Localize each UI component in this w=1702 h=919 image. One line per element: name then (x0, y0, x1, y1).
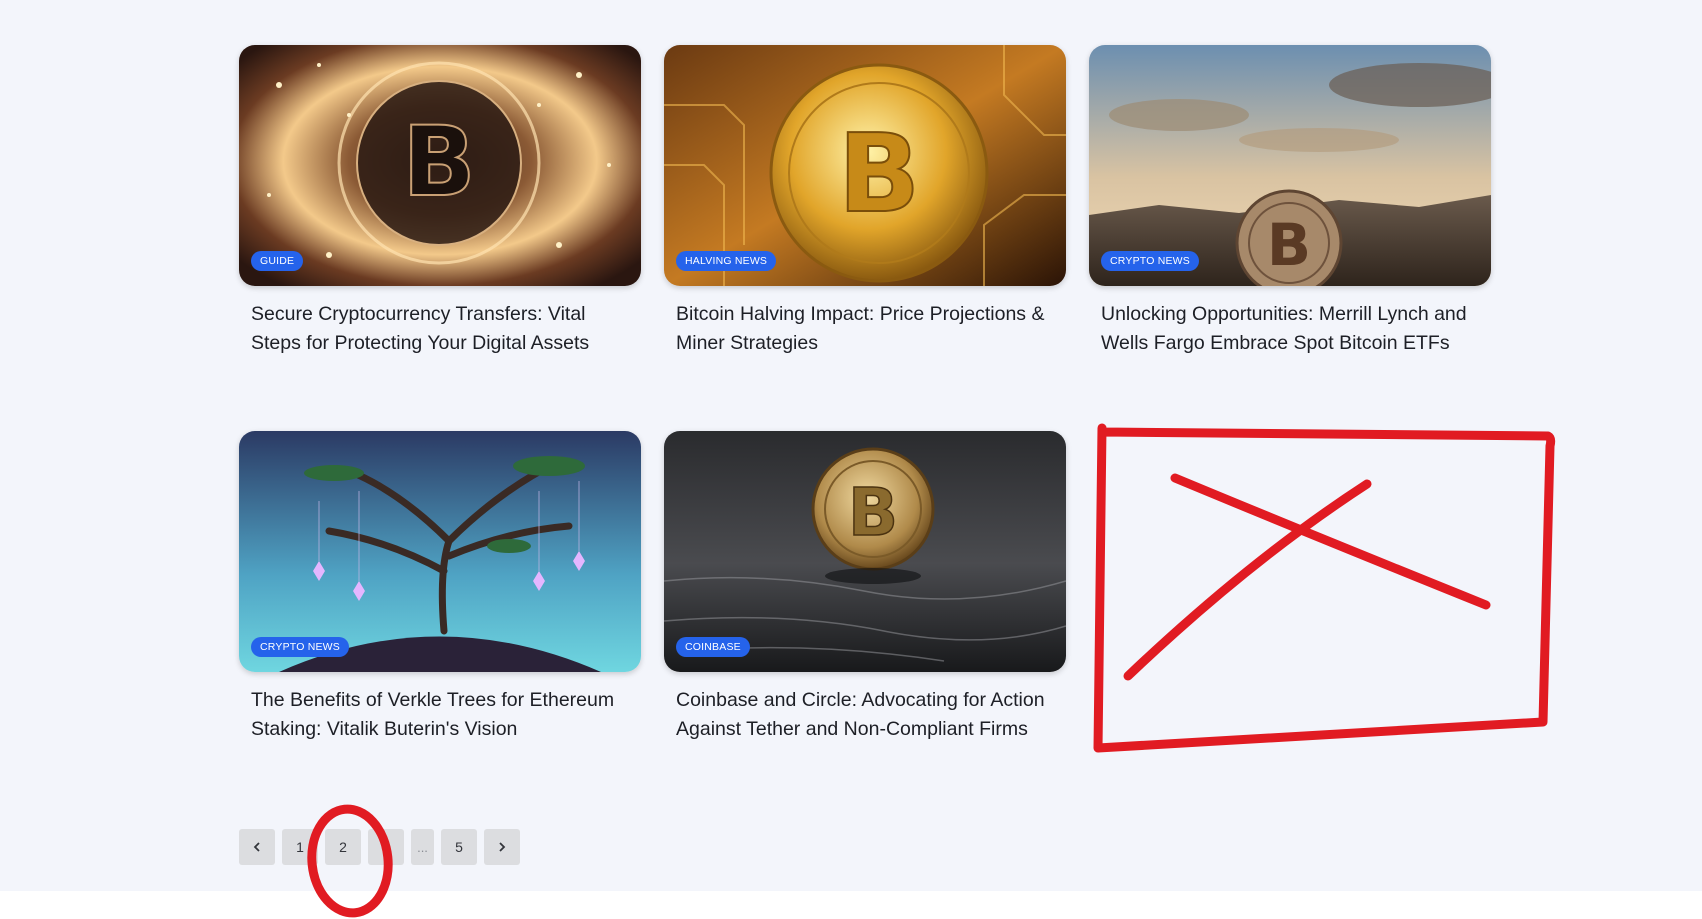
article-card[interactable]: CRYPTO NEWS The Benefits of Verkle Trees… (239, 431, 641, 817)
page-3-button[interactable]: 3 (368, 829, 404, 865)
bitcoin-sparks-illustration: B (239, 45, 641, 286)
svg-text:B: B (848, 474, 898, 551)
article-title[interactable]: Bitcoin Halving Impact: Price Projection… (676, 300, 1054, 358)
bitcoin-sparks-image[interactable]: B GUIDE (239, 45, 641, 286)
category-badge[interactable]: GUIDE (251, 251, 304, 271)
article-grid: B GUIDE Secure Cryptocurrency Transfers:… (239, 45, 1492, 817)
empty-grid-slot (1089, 431, 1491, 817)
prev-page-button[interactable] (239, 829, 275, 865)
article-title[interactable]: Coinbase and Circle: Advocating for Acti… (676, 686, 1054, 744)
verkle-tree-image[interactable]: CRYPTO NEWS (239, 431, 641, 672)
verkle-tree-illustration (239, 431, 641, 672)
category-badge[interactable]: HALVING NEWS (676, 251, 777, 271)
page-5-button[interactable]: 5 (441, 829, 477, 865)
article-card[interactable]: B COINBASE Coinbase and Circle: Advocati… (664, 431, 1066, 817)
bitcoin-stone-image[interactable]: B COINBASE (664, 431, 1066, 672)
chevron-right-icon (499, 842, 506, 852)
article-title[interactable]: The Benefits of Verkle Trees for Ethereu… (251, 686, 629, 744)
category-badge[interactable]: COINBASE (676, 637, 750, 657)
page-1-button[interactable]: 1 (282, 829, 318, 865)
bitcoin-desert-illustration: B (1089, 45, 1491, 286)
bitcoin-desert-image[interactable]: B CRYPTO NEWS (1089, 45, 1491, 286)
svg-text:B: B (402, 106, 475, 218)
category-badge[interactable]: CRYPTO NEWS (251, 637, 349, 657)
category-badge[interactable]: CRYPTO NEWS (1101, 251, 1199, 271)
bitcoin-circuit-image[interactable]: B HALVING NEWS (664, 45, 1066, 286)
page-2-button[interactable]: 2 (325, 829, 361, 865)
bitcoin-stone-illustration: B (664, 431, 1066, 672)
svg-text:B: B (1267, 211, 1311, 279)
article-title[interactable]: Secure Cryptocurrency Transfers: Vital S… (251, 300, 629, 358)
article-card[interactable]: B GUIDE Secure Cryptocurrency Transfers:… (239, 45, 641, 431)
pagination: 1 2 3 ... 5 (239, 829, 520, 865)
article-card[interactable]: B HALVING NEWS Bitcoin Halving Impact: P… (664, 45, 1066, 431)
svg-text:B: B (838, 112, 920, 237)
chevron-left-icon (253, 842, 260, 852)
pagination-ellipsis: ... (411, 829, 434, 865)
article-card[interactable]: B CRYPTO NEWS Unlocking Opportunities: M… (1089, 45, 1491, 431)
article-title[interactable]: Unlocking Opportunities: Merrill Lynch a… (1101, 300, 1479, 358)
next-page-button[interactable] (484, 829, 520, 865)
bitcoin-circuit-illustration: B (664, 45, 1066, 286)
